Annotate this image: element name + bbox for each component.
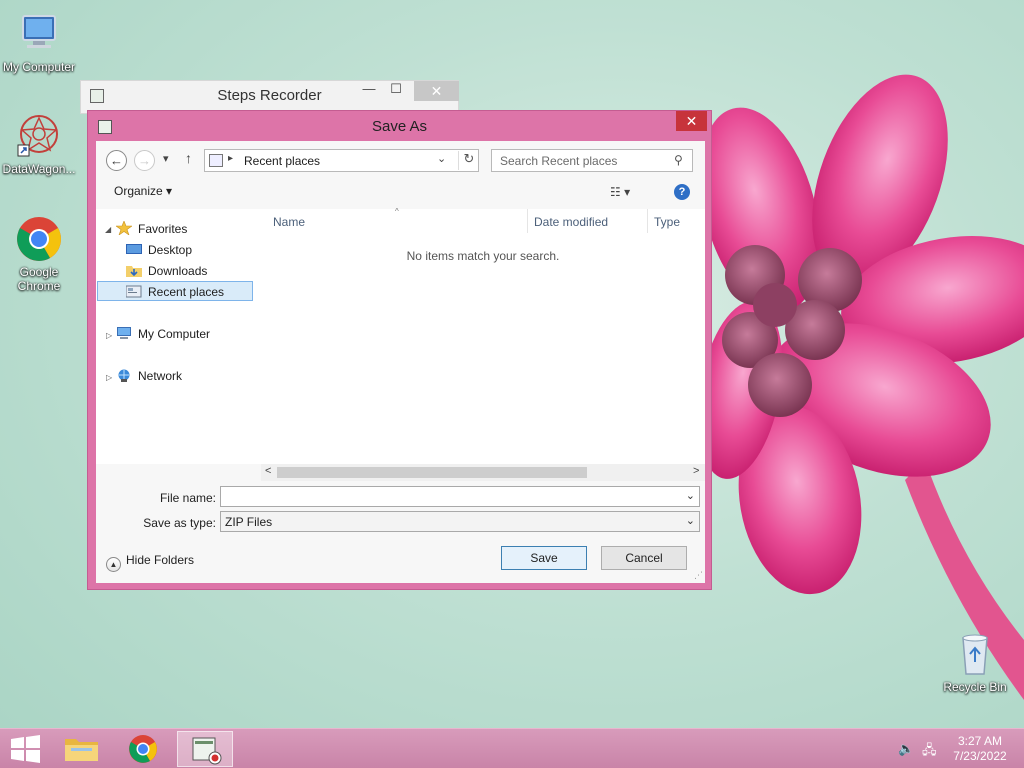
save-as-type-value[interactable]: ZIP Files bbox=[225, 515, 272, 529]
steps-recorder-close-button[interactable]: ✕ bbox=[414, 81, 459, 101]
hide-folders-button[interactable]: ▲ Hide Folders bbox=[106, 553, 194, 572]
clock[interactable]: 3:27 AM 7/23/2022 bbox=[950, 734, 1010, 764]
column-header-date-modified[interactable]: Date modified bbox=[534, 215, 608, 229]
tree-label: Recent places bbox=[148, 285, 225, 299]
dialog-close-button[interactable]: ✕ bbox=[676, 111, 707, 131]
tree-label: Downloads bbox=[148, 264, 208, 278]
start-button[interactable] bbox=[0, 731, 56, 767]
tree-label: Network bbox=[138, 369, 183, 383]
scroll-right-button[interactable]: > bbox=[693, 465, 699, 477]
chevron-down-icon[interactable]: ⌄ bbox=[686, 489, 695, 502]
up-button[interactable]: ↑ bbox=[185, 150, 192, 166]
computer-icon bbox=[15, 10, 63, 58]
taskbar-file-explorer[interactable] bbox=[54, 731, 110, 767]
forward-button[interactable]: → bbox=[134, 150, 155, 171]
cancel-button[interactable]: Cancel bbox=[601, 546, 687, 570]
scrollbar-thumb[interactable] bbox=[277, 467, 587, 478]
chrome-icon bbox=[129, 735, 157, 763]
help-icon[interactable]: ? bbox=[674, 184, 690, 200]
dialog-body: ← → ▾ ↑ ▸ Recent places ⌄ ↻ ⚲ Organize ▾… bbox=[96, 141, 705, 583]
taskbar-chrome[interactable] bbox=[115, 731, 171, 767]
desktop-icon-my-computer[interactable]: My Computer bbox=[0, 10, 78, 74]
volume-muted-icon[interactable]: 🔈 bbox=[898, 741, 914, 757]
back-button[interactable]: ← bbox=[106, 150, 127, 171]
clock-date: 7/23/2022 bbox=[953, 749, 1007, 763]
recent-locations-dropdown[interactable]: ▾ bbox=[163, 152, 169, 165]
organize-button[interactable]: Organize ▾ bbox=[114, 184, 172, 198]
address-bar[interactable]: ▸ Recent places ⌄ ↻ bbox=[204, 149, 479, 172]
datawagon-icon bbox=[15, 112, 63, 160]
star-icon bbox=[115, 220, 133, 236]
recent-places-icon bbox=[125, 284, 142, 298]
tree-label: Favorites bbox=[138, 222, 188, 236]
network-icon bbox=[116, 368, 132, 382]
scroll-left-button[interactable]: < bbox=[265, 465, 271, 477]
resize-grip-icon[interactable]: ⋰ bbox=[694, 570, 703, 581]
tree-item-favorites[interactable]: Favorites bbox=[115, 219, 188, 239]
tree-item-network[interactable]: Network bbox=[116, 366, 182, 386]
search-input[interactable] bbox=[500, 153, 670, 169]
recent-places-icon bbox=[209, 154, 223, 167]
file-name-label: File name: bbox=[159, 491, 216, 505]
save-button[interactable]: Save bbox=[501, 546, 587, 570]
file-name-field[interactable]: ⌄ bbox=[220, 486, 700, 507]
downloads-folder-icon bbox=[126, 263, 142, 277]
hide-folders-label: Hide Folders bbox=[126, 553, 195, 567]
refresh-button[interactable]: ↻ bbox=[458, 151, 479, 170]
expand-arrow-icon[interactable]: ▷ bbox=[106, 331, 112, 340]
chevron-down-icon[interactable]: ⌄ bbox=[686, 514, 695, 527]
desktop-folder-icon bbox=[126, 242, 142, 255]
tree-item-desktop[interactable]: Desktop bbox=[126, 240, 192, 260]
breadcrumb-recent-places[interactable]: Recent places bbox=[244, 154, 320, 168]
tree-item-recent-places[interactable]: Recent places bbox=[97, 281, 253, 301]
desktop-icon-label: DataWagon... bbox=[2, 162, 76, 176]
clock-time: 3:27 AM bbox=[957, 734, 1003, 748]
save-as-dialog[interactable]: Save As ✕ ← → ▾ ↑ ▸ Recent places ⌄ ↻ ⚲ … bbox=[87, 110, 712, 590]
column-divider[interactable] bbox=[527, 209, 528, 233]
chrome-icon bbox=[15, 215, 63, 263]
recycle-bin-icon bbox=[951, 630, 999, 678]
computer-icon bbox=[116, 326, 132, 339]
collapse-icon: ▲ bbox=[106, 557, 121, 572]
tree-label: Desktop bbox=[148, 243, 193, 257]
change-view-button[interactable]: ☷ ▾ bbox=[610, 185, 630, 199]
search-box[interactable]: ⚲ bbox=[491, 149, 693, 172]
minimize-button[interactable]: — bbox=[356, 81, 382, 101]
save-as-type-label: Save as type: bbox=[143, 516, 216, 530]
windows-logo-icon bbox=[11, 735, 40, 763]
search-icon: ⚲ bbox=[674, 153, 683, 167]
dialog-title: Save As bbox=[371, 118, 428, 135]
empty-folder-message: No items match your search. bbox=[406, 249, 560, 263]
sort-ascending-icon: ^ bbox=[395, 207, 399, 216]
taskbar-steps-recorder[interactable] bbox=[177, 731, 233, 767]
column-divider[interactable] bbox=[647, 209, 648, 233]
taskbar: 🔈 🖧 3:27 AM 7/23/2022 bbox=[0, 728, 1024, 768]
save-as-type-select[interactable]: ZIP Files ⌄ bbox=[220, 511, 700, 532]
desktop-icon-datawagon[interactable]: DataWagon... bbox=[0, 112, 78, 176]
steps-recorder-icon bbox=[192, 737, 222, 765]
tree-label: My Computer bbox=[138, 327, 211, 341]
column-header-name[interactable]: Name bbox=[273, 215, 305, 229]
desktop-icon-label: My Computer bbox=[2, 60, 76, 74]
file-list[interactable]: Name ^ Date modified Type No items match… bbox=[261, 207, 705, 464]
tree-item-my-computer[interactable]: My Computer bbox=[116, 324, 210, 344]
column-header-type[interactable]: Type bbox=[654, 215, 680, 229]
expand-arrow-icon[interactable]: ◢ bbox=[105, 225, 111, 234]
desktop-icon-google-chrome[interactable]: Google Chrome bbox=[0, 215, 78, 293]
breadcrumb-separator[interactable]: ▸ bbox=[228, 153, 233, 164]
navigation-pane[interactable]: ◢ Favorites Desktop Downloads Recent pla… bbox=[96, 209, 261, 464]
network-status-icon[interactable]: 🖧 bbox=[922, 741, 937, 763]
desktop-icon-label: Recycle Bin bbox=[943, 680, 1007, 694]
address-dropdown-button[interactable]: ⌄ bbox=[437, 152, 446, 165]
steps-recorder-window[interactable]: Steps Recorder — ☐ ✕ bbox=[80, 80, 459, 114]
desktop-icon-label: Google Chrome bbox=[17, 265, 61, 293]
maximize-button[interactable]: ☐ bbox=[383, 81, 409, 101]
desktop-icon-recycle-bin[interactable]: Recycle Bin bbox=[936, 630, 1014, 694]
tree-item-downloads[interactable]: Downloads bbox=[126, 261, 207, 281]
file-explorer-icon bbox=[65, 739, 98, 761]
expand-arrow-icon[interactable]: ▷ bbox=[106, 373, 112, 382]
horizontal-scrollbar[interactable]: < > bbox=[261, 464, 705, 481]
